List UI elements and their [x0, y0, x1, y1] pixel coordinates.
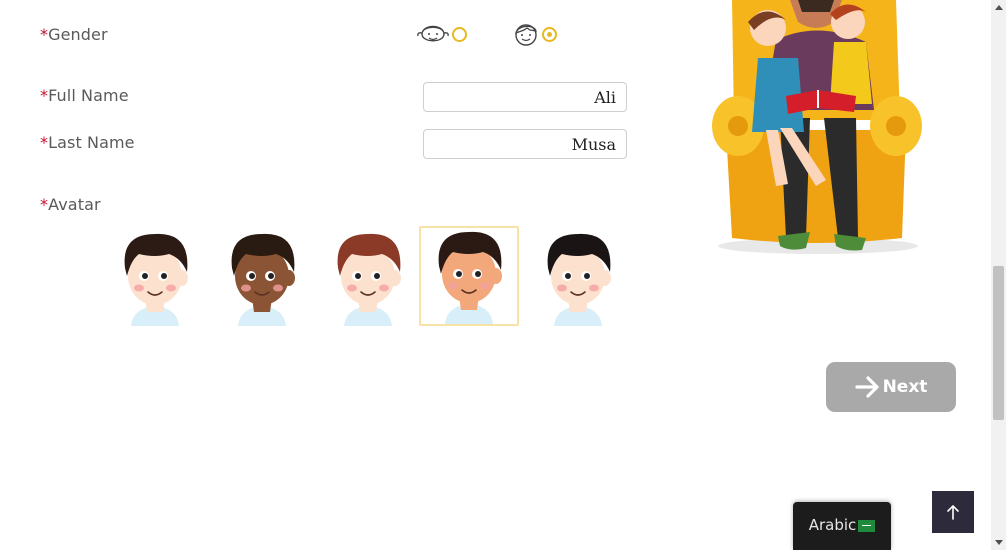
avatar-label: *Avatar: [40, 195, 101, 214]
scroll-down-icon[interactable]: [995, 540, 1003, 545]
next-button-label: Next: [882, 377, 928, 397]
back-to-top-button[interactable]: [932, 491, 974, 533]
boy-avatar-icon: [124, 233, 188, 326]
gender-option-boy[interactable]: [512, 21, 557, 47]
gender-radio-boy[interactable]: [542, 26, 557, 42]
arrow-right-icon: [854, 376, 879, 398]
last-name-label: *Last Name: [40, 133, 135, 152]
family-reading-illustration: [712, 0, 922, 254]
language-switcher[interactable]: Arabic: [793, 502, 891, 550]
boy-face-icon: [515, 24, 537, 46]
boy-avatar-icon: [231, 233, 295, 326]
avatar-auburn[interactable]: [318, 226, 418, 326]
page-scrollbar[interactable]: [991, 0, 1006, 550]
boy-avatar-icon: [547, 233, 611, 326]
required-mark: *: [40, 25, 49, 44]
full-name-input[interactable]: [423, 82, 627, 112]
next-button[interactable]: Next: [826, 362, 956, 412]
scroll-thumb[interactable]: [993, 266, 1004, 420]
girl-face-icon: [417, 25, 449, 42]
boy-avatar-icon: [438, 231, 502, 324]
gender-label: *Gender: [40, 25, 108, 44]
avatar-tan[interactable]: [419, 226, 519, 326]
avatar-black-hair[interactable]: [528, 226, 628, 326]
avatar-curly-light[interactable]: [105, 226, 205, 326]
saudi-flag-icon: [858, 520, 876, 532]
gender-option-girl[interactable]: [416, 21, 467, 47]
boy-avatar-icon: [337, 233, 401, 326]
language-label: Arabic: [808, 516, 857, 534]
last-name-input[interactable]: [423, 129, 627, 159]
arrow-up-icon: [947, 505, 959, 520]
scroll-up-icon[interactable]: [995, 5, 1003, 10]
full-name-label: *Full Name: [40, 86, 129, 105]
gender-radio-girl[interactable]: [452, 26, 467, 42]
avatar-curly-dark[interactable]: [212, 226, 312, 326]
